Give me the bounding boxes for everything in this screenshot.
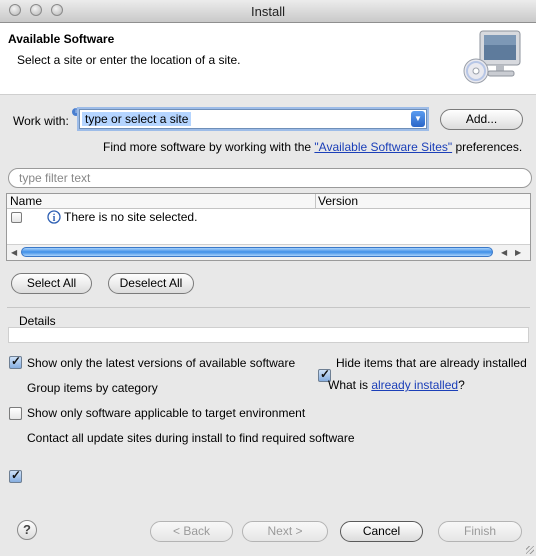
chevron-down-icon[interactable]: ▼ bbox=[411, 111, 425, 127]
find-more-suffix: preferences. bbox=[452, 140, 523, 154]
target-environment-label: Show only software applicable to target … bbox=[27, 406, 306, 420]
available-sites-link[interactable]: "Available Software Sites" bbox=[314, 140, 452, 154]
what-is-suffix: ? bbox=[458, 378, 465, 392]
window-title: Install bbox=[251, 4, 285, 19]
row-checkbox[interactable] bbox=[11, 212, 22, 223]
cancel-button[interactable]: Cancel bbox=[340, 521, 423, 542]
hide-installed-label: Hide items that are already installed bbox=[336, 356, 527, 370]
what-is-prefix: What is bbox=[328, 378, 372, 392]
next-button[interactable]: Next > bbox=[242, 521, 328, 542]
contact-sites-checkbox[interactable] bbox=[9, 468, 22, 483]
back-button[interactable]: < Back bbox=[150, 521, 233, 542]
target-environment-checkbox[interactable] bbox=[9, 407, 22, 420]
work-with-input[interactable]: type or select a site bbox=[82, 112, 192, 126]
page-title: Available Software bbox=[8, 32, 115, 46]
resize-grip[interactable] bbox=[526, 546, 534, 554]
svg-text:i: i bbox=[53, 213, 56, 224]
scroll-left-icon[interactable]: ◀ bbox=[501, 248, 507, 257]
finish-button[interactable]: Finish bbox=[438, 521, 522, 542]
table-header: Name Version bbox=[7, 194, 530, 209]
wizard-header: Available Software Select a site or ente… bbox=[0, 23, 536, 95]
column-divider bbox=[315, 194, 316, 208]
group-by-category-label: Group items by category bbox=[27, 381, 158, 395]
info-icon: i bbox=[47, 210, 61, 224]
find-more-text: Find more software by working with the "… bbox=[103, 140, 522, 154]
select-all-button[interactable]: Select All bbox=[11, 273, 92, 294]
work-with-combo[interactable]: type or select a site ▼ bbox=[79, 109, 427, 129]
column-version-header[interactable]: Version bbox=[318, 194, 358, 208]
help-button[interactable]: ? bbox=[17, 520, 37, 540]
software-table: Name Version i There is no site selected… bbox=[6, 193, 531, 261]
contact-sites-label: Contact all update sites during install … bbox=[27, 431, 355, 445]
page-description: Select a site or enter the location of a… bbox=[17, 53, 241, 67]
scroll-right-icon[interactable]: ▶ bbox=[515, 248, 521, 257]
details-label: Details bbox=[19, 314, 56, 328]
filter-input[interactable]: type filter text bbox=[8, 168, 532, 188]
horizontal-scrollbar[interactable]: ◀ ◀ ▶ bbox=[7, 244, 530, 260]
work-with-label: Work with: bbox=[13, 114, 69, 128]
scroll-left-icon[interactable]: ◀ bbox=[11, 248, 17, 257]
latest-versions-label: Show only the latest versions of availab… bbox=[27, 356, 296, 370]
scrollbar-thumb[interactable] bbox=[21, 247, 493, 257]
install-computer-icon bbox=[463, 30, 521, 84]
find-more-prefix: Find more software by working with the bbox=[103, 140, 315, 154]
add-button[interactable]: Add... bbox=[440, 109, 523, 130]
latest-versions-checkbox[interactable] bbox=[9, 354, 22, 369]
what-is-text: What is already installed? bbox=[328, 378, 465, 392]
title-bar: Install bbox=[0, 0, 536, 23]
details-text-area bbox=[8, 327, 529, 343]
already-installed-link[interactable]: already installed bbox=[371, 378, 458, 392]
table-message: There is no site selected. bbox=[64, 210, 198, 224]
column-name-header[interactable]: Name bbox=[10, 194, 42, 208]
deselect-all-button[interactable]: Deselect All bbox=[108, 273, 194, 294]
